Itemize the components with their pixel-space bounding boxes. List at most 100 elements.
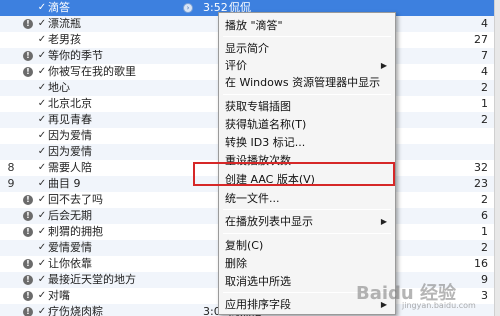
track-title: 对嘴 xyxy=(48,289,70,302)
play-count: 32 xyxy=(474,161,488,174)
menu-item[interactable]: 显示简介 xyxy=(219,40,395,58)
menu-item-label: 转换 ID3 标记... xyxy=(225,136,306,149)
menu-item[interactable]: 在 Windows 资源管理器中显示 xyxy=(219,74,395,92)
play-count: 2 xyxy=(481,113,488,126)
scrollbar[interactable] xyxy=(494,0,500,316)
track-title: 漂流瓶 xyxy=(48,17,81,30)
play-count: 27 xyxy=(474,33,488,46)
checkmark-icon[interactable]: ✓ xyxy=(37,256,47,272)
track-title: 你被写在我的歌里 xyxy=(48,65,136,78)
menu-item-label: 取消选中所选 xyxy=(225,275,291,288)
play-count: 16 xyxy=(474,257,488,270)
menu-item-label: 在 Windows 资源管理器中显示 xyxy=(225,76,381,89)
track-title: 最接近天堂的地方 xyxy=(48,273,136,286)
checkmark-icon[interactable]: ✓ xyxy=(37,272,47,288)
play-count: 2 xyxy=(481,81,488,94)
track-title: 让你依靠 xyxy=(48,257,92,270)
track-title: 疗伤烧肉粽 xyxy=(48,305,103,316)
row-index: 8 xyxy=(7,161,15,174)
track-title: 因为爱情 xyxy=(48,129,92,142)
menu-item[interactable]: 复制(C) xyxy=(219,237,395,255)
checkmark-icon[interactable]: ✓ xyxy=(37,160,47,176)
checkmark-icon[interactable]: ✓ xyxy=(37,128,47,144)
checkmark-icon[interactable]: ✓ xyxy=(37,288,47,304)
watermark-url: jingyan.baidu.com xyxy=(402,301,476,310)
menu-separator xyxy=(223,36,391,37)
menu-item[interactable]: 获得轨道名称(T) xyxy=(219,116,395,134)
track-title: 需要人陪 xyxy=(48,161,92,174)
info-circle-icon[interactable]: ! xyxy=(23,195,33,205)
arrow-circle-icon[interactable]: › xyxy=(183,3,193,13)
track-title: 滴答 xyxy=(48,1,70,14)
play-count: 4 xyxy=(481,17,488,30)
info-circle-icon[interactable]: ! xyxy=(23,275,33,285)
menu-item-label: 显示简介 xyxy=(225,42,269,55)
info-circle-icon[interactable]: ! xyxy=(23,51,33,61)
checkmark-icon[interactable]: ✓ xyxy=(37,32,47,48)
track-title: 后会无期 xyxy=(48,209,92,222)
info-circle-icon[interactable]: ! xyxy=(23,307,33,316)
checkmark-icon[interactable]: ✓ xyxy=(37,176,47,192)
triangle-right-icon: ▶ xyxy=(380,61,387,70)
checkmark-icon[interactable]: ✓ xyxy=(37,96,47,112)
play-count: 7 xyxy=(481,49,488,62)
track-title: 北京北京 xyxy=(48,97,92,110)
menu-item-label: 播放 "滴答" xyxy=(225,19,283,32)
info-circle-icon[interactable]: ! xyxy=(23,211,33,221)
menu-item-label: 评价 xyxy=(225,59,247,72)
play-count: 4 xyxy=(481,65,488,78)
menu-item-label: 在播放列表中显示 xyxy=(225,215,313,228)
play-count: 1 xyxy=(481,225,488,238)
triangle-right-icon: ▶ xyxy=(380,217,387,226)
checkmark-icon[interactable]: ✓ xyxy=(37,144,47,160)
checkmark-icon[interactable]: ✓ xyxy=(37,208,47,224)
highlight-annotation-box xyxy=(193,162,395,186)
info-circle-icon[interactable]: ! xyxy=(23,259,33,269)
track-title: 地心 xyxy=(48,81,70,94)
play-count: 23 xyxy=(474,177,488,190)
checkmark-icon[interactable]: ✓ xyxy=(37,64,47,80)
track-title: 再见青春 xyxy=(48,113,92,126)
menu-item[interactable]: 删除 xyxy=(219,255,395,273)
info-circle-icon[interactable]: ! xyxy=(23,227,33,237)
menu-item-label: 获取专辑插图 xyxy=(225,100,291,113)
track-title: 因为爱情 xyxy=(48,145,92,158)
menu-item-label: 统一文件... xyxy=(225,192,280,205)
track-title: 曲目 9 xyxy=(48,177,81,190)
info-circle-icon[interactable]: ! xyxy=(23,19,33,29)
checkmark-icon[interactable]: ✓ xyxy=(37,112,47,128)
menu-item-label: 复制(C) xyxy=(225,239,264,252)
checkmark-icon[interactable]: ✓ xyxy=(37,48,47,64)
row-index: 9 xyxy=(7,177,15,190)
menu-item[interactable]: 获取专辑插图 xyxy=(219,98,395,116)
info-circle-icon[interactable]: ! xyxy=(23,67,33,77)
checkmark-icon[interactable]: ✓ xyxy=(37,16,47,32)
menu-separator xyxy=(223,209,391,210)
menu-item[interactable]: 统一文件... xyxy=(219,190,395,208)
menu-item[interactable]: 评价 ▶ xyxy=(219,57,395,75)
menu-item-label: 删除 xyxy=(225,257,247,270)
track-title: 刺猬的拥抱 xyxy=(48,225,103,238)
track-title: 等你的季节 xyxy=(48,49,103,62)
play-count: 2 xyxy=(481,193,488,206)
menu-separator xyxy=(223,233,391,234)
checkmark-icon[interactable]: ✓ xyxy=(37,224,47,240)
checkmark-icon[interactable]: ✓ xyxy=(37,240,47,256)
play-count: 2 xyxy=(481,241,488,254)
menu-item[interactable]: 播放 "滴答" xyxy=(219,17,395,35)
track-title: 回不去了吗 xyxy=(48,193,103,206)
info-circle-icon[interactable]: ! xyxy=(23,291,33,301)
play-count: 9 xyxy=(481,273,488,286)
menu-item-label: 应用排序字段 xyxy=(225,298,291,311)
track-title: 爱情爱情 xyxy=(48,241,92,254)
play-count: 6 xyxy=(481,209,488,222)
checkmark-icon[interactable]: ✓ xyxy=(37,192,47,208)
checkmark-icon[interactable]: ✓ xyxy=(37,304,47,316)
menu-item[interactable]: 转换 ID3 标记... xyxy=(219,134,395,152)
track-title: 老男孩 xyxy=(48,33,81,46)
menu-separator xyxy=(223,94,391,95)
menu-item[interactable]: 在播放列表中显示 ▶ xyxy=(219,213,395,231)
menu-item-label: 获得轨道名称(T) xyxy=(225,118,307,131)
checkmark-icon[interactable]: ✓ xyxy=(37,0,47,16)
checkmark-icon[interactable]: ✓ xyxy=(37,80,47,96)
